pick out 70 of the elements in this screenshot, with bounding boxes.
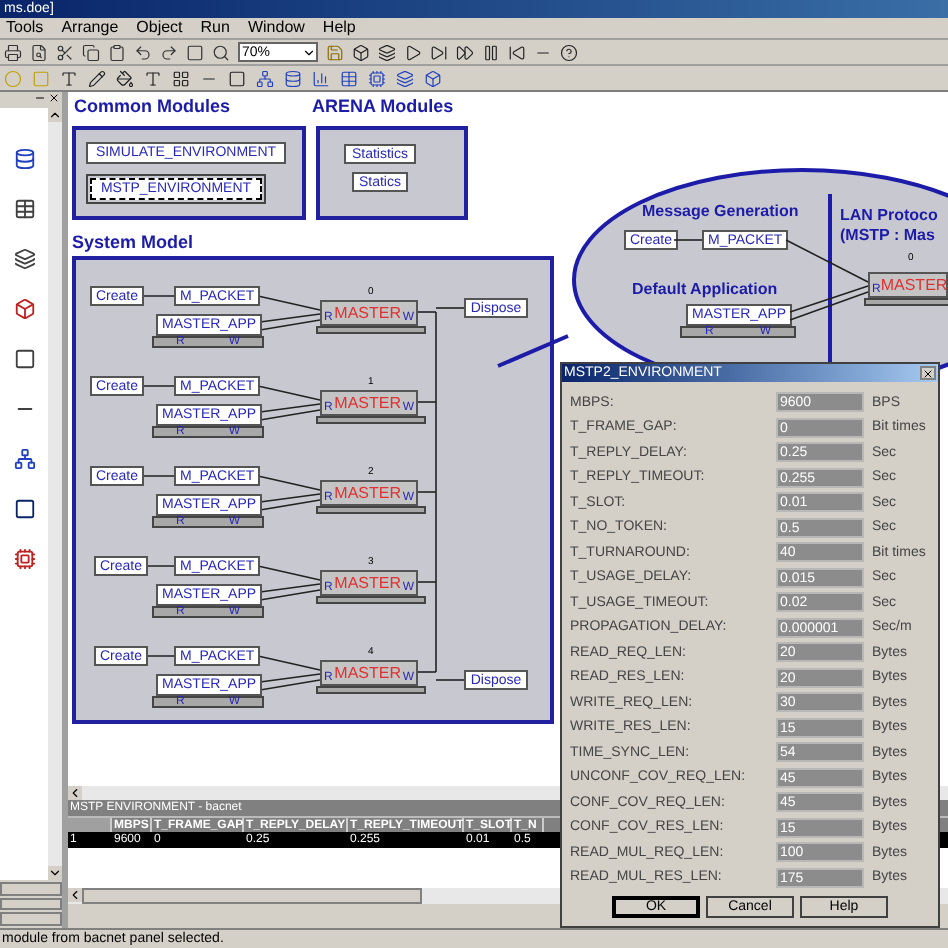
toolbar-icon[interactable] [212,43,230,61]
module-icon[interactable] [13,148,35,170]
connector-line [789,291,869,321]
toolbar-icon[interactable] [368,69,386,87]
port-bar [316,326,426,334]
toolbar-icon[interactable] [108,43,126,61]
menu-item[interactable]: Tools [6,20,44,36]
module-icon[interactable] [13,248,35,270]
toolbar-icon[interactable] [82,43,100,61]
menu-item[interactable]: Help [322,20,356,36]
callout-title: LAN Protoco [840,208,938,224]
menu-item[interactable]: Window [247,20,305,36]
toolbar-icon[interactable] [482,43,500,61]
module-icon[interactable] [13,298,35,320]
toolbar-icon[interactable] [396,69,414,87]
connector-line [435,679,465,681]
menu-item[interactable]: Run [200,20,230,36]
port-bar [316,686,426,694]
toolbar-icon[interactable] [430,43,448,61]
port-bar [864,298,948,306]
toolbar-icon[interactable] [404,43,422,61]
toolbar-icon[interactable] [456,43,474,61]
minimize-icon[interactable] [34,92,46,104]
module-icon[interactable] [13,448,35,470]
toolbar-icon[interactable] [256,69,274,87]
section-title: Common Modules [74,98,230,116]
menu-item[interactable]: Object [136,20,183,36]
menu-item[interactable]: Arrange [61,20,119,36]
toolbar-icon[interactable] [312,69,330,87]
toolbar-icon[interactable] [30,43,48,61]
callout-title: Message Generation [642,204,799,220]
scroll-down-icon[interactable] [48,866,62,880]
toolbar-icon[interactable] [160,43,178,61]
toolbar-icon[interactable] [560,43,578,61]
port-bar [316,506,426,514]
callout-title: Default Application [632,282,778,298]
scroll-thumb[interactable] [82,888,422,904]
toolbar-icon[interactable] [116,69,134,87]
toolbar-icon[interactable] [88,69,106,87]
module-icon[interactable] [13,498,35,520]
dropdown-icon [302,45,316,59]
toolbar-icon[interactable] [340,69,358,87]
section-title: System Model [72,234,194,252]
callout-subtitle: (MSTP : Mas [840,228,935,244]
close-button[interactable] [920,366,936,380]
connector-line [673,239,703,241]
toolbar-icon[interactable] [508,43,526,61]
toolbar-icon[interactable] [378,43,396,61]
close-icon[interactable] [48,92,60,104]
scroll-up-icon[interactable] [48,108,62,122]
toolbar-icon[interactable] [424,69,442,87]
module-icon[interactable] [13,198,35,220]
panel-tab[interactable] [0,912,62,927]
toolbar-icon[interactable] [56,43,74,61]
toolbar-icon[interactable] [134,43,152,61]
toolbar-icon[interactable] [352,43,370,61]
port-bar [316,596,426,604]
connector-line [139,475,175,477]
module-icon[interactable] [13,348,35,370]
toolbar-icon[interactable] [284,69,302,87]
toolbar-icon[interactable] [4,43,22,61]
connector-line [139,385,175,387]
scroll-left-icon[interactable] [68,786,82,800]
connector-line [139,295,175,297]
section-title: ARENA Modules [312,98,454,116]
scroll-left-icon[interactable] [68,888,82,902]
close-icon [922,367,934,379]
toolbar-icon[interactable] [172,69,190,87]
module-icon[interactable] [13,548,35,570]
port-bar [316,416,426,424]
